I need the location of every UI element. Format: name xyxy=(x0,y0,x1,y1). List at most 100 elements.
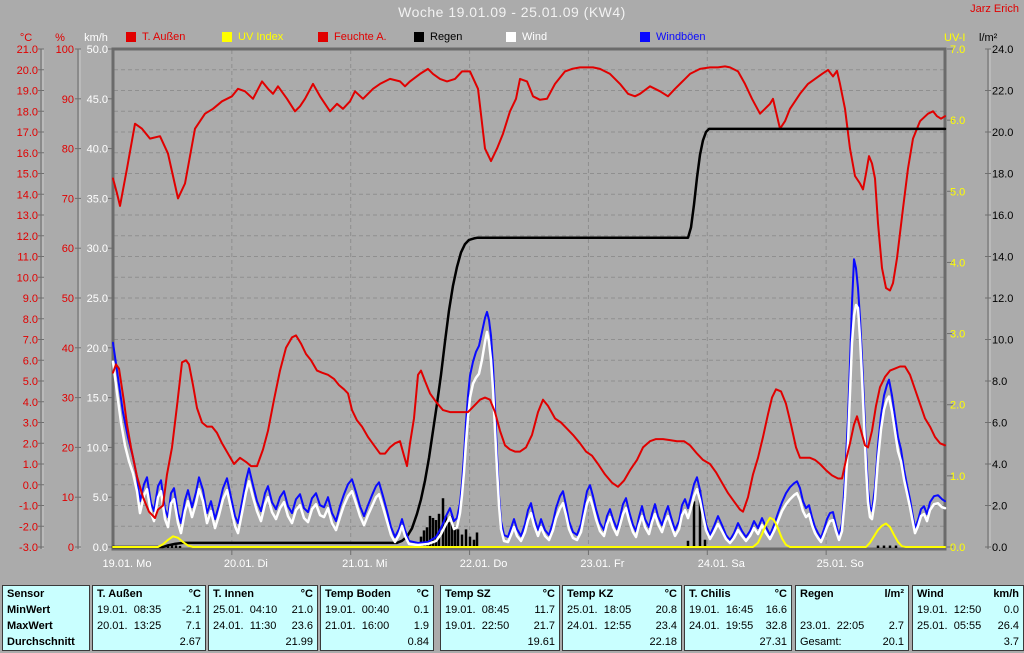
table-row: 19.61 xyxy=(441,634,559,650)
axis-label-temp: 7.0 xyxy=(23,335,38,347)
table-cell: MinWert xyxy=(7,604,51,616)
table-cell: 7.1 xyxy=(185,620,201,632)
axis-label-temp: 4.0 xyxy=(23,397,38,409)
axis-label-temp: 1.0 xyxy=(23,459,38,471)
axis-label-hum: 80 xyxy=(62,144,74,156)
plot-frame-highlight xyxy=(111,47,947,551)
table-row: 19.01. 08:45 11.7 xyxy=(441,602,559,618)
table-column-t-au-en: T. Außen °C 19.01. 08:35 -2.1 20.01. 13:25 7.… xyxy=(92,585,206,651)
axis-label-temp: 20.0 xyxy=(17,65,38,77)
table-cell: 25.01. 05:55 xyxy=(917,620,982,632)
table-column-wind: Wind km/h 19.01. 12:50 0.0 25.01. 05:55 26.4 3… xyxy=(912,585,1024,651)
axis-label-rain: 18.0 xyxy=(992,169,1013,181)
table-row: 25.01. 18:05 20.8 xyxy=(563,602,681,618)
rain-bar xyxy=(456,529,460,548)
legend-item-feuchte-a-: Feuchte A. xyxy=(318,31,387,43)
axis-label-uv: 0.0 xyxy=(950,542,965,554)
table-row: Temp KZ °C xyxy=(563,586,681,602)
axis-label-temp: 3.0 xyxy=(23,418,38,430)
table-row: 21.01. 16:00 1.9 xyxy=(321,618,433,634)
axis-label-uv: 2.0 xyxy=(950,400,965,412)
axis-label-temp: 5.0 xyxy=(23,376,38,388)
x-axis-day-label: 25.01. So xyxy=(817,558,864,570)
legend-swatch-icon xyxy=(414,32,424,42)
table-row: 24.01. 19:55 32.8 xyxy=(685,618,791,634)
rain-bar xyxy=(174,545,178,548)
chart-legend: T. Außen UV Index Feuchte A. Regen Wind Windb… xyxy=(0,31,1024,47)
table-cell: 21.99 xyxy=(285,636,313,648)
table-row: 24.01. 12:55 23.4 xyxy=(563,618,681,634)
axis-label-hum: 30 xyxy=(62,393,74,405)
legend-label: UV Index xyxy=(238,31,284,43)
table-cell: 20.01. 13:25 xyxy=(97,620,162,632)
table-cell: 20.8 xyxy=(655,604,677,616)
table-cell: 11.7 xyxy=(534,604,555,616)
table-cell: 24.01. 12:55 xyxy=(567,620,632,632)
axis-label-rain: 20.0 xyxy=(992,127,1013,139)
table-row: 19.01. 12:50 0.0 xyxy=(913,602,1023,618)
table-column-t-chilis: T. Chilis °C 19.01. 16:45 16.6 24.01. 19:55 3… xyxy=(684,585,792,651)
table-row: 0.84 xyxy=(321,634,433,650)
table-cell: MaxWert xyxy=(7,620,53,632)
axis-label-wind: 30.0 xyxy=(87,243,108,255)
table-cell: 0.1 xyxy=(413,604,429,616)
table-row: 25.01. 04:10 21.0 xyxy=(209,602,317,618)
axis-label-uv: 4.0 xyxy=(950,257,965,269)
rain-bar xyxy=(692,501,696,548)
table-row xyxy=(796,602,908,618)
weather-app-window: Woche 19.01.09 - 25.01.09 (KW4) Jarz Eri… xyxy=(0,0,1024,653)
chart-plot-area: 21.020.019.018.017.016.015.014.013.012.0… xyxy=(17,32,1014,570)
legend-item-wind: Wind xyxy=(506,31,547,43)
axis-label-temp: 18.0 xyxy=(17,106,38,118)
table-cell: Temp KZ xyxy=(567,588,614,600)
table-cell: 27.31 xyxy=(759,636,787,648)
table-cell: 16.6 xyxy=(765,604,787,616)
table-column-temp-sz: Temp SZ °C 19.01. 08:45 11.7 19.01. 22:50 21.… xyxy=(440,585,560,651)
table-cell: °C xyxy=(542,588,555,600)
table-cell: km/h xyxy=(993,588,1019,600)
axis-label-temp: 17.0 xyxy=(17,127,38,139)
axis-label-wind: 0.0 xyxy=(93,542,108,554)
axis-label-temp: -2.0 xyxy=(19,521,38,533)
legend-swatch-icon xyxy=(222,32,232,42)
axis-label-temp: -3.0 xyxy=(19,542,38,554)
table-row: T. Chilis °C xyxy=(685,586,791,602)
table-cell: 19.61 xyxy=(527,636,555,648)
table-cell: 23.01. 22:05 xyxy=(800,620,865,632)
legend-label: Wind xyxy=(522,31,548,43)
table-cell: 22.18 xyxy=(649,636,677,648)
table-cell: 3.7 xyxy=(1003,636,1019,648)
axis-label-rain: 0.0 xyxy=(992,542,1007,554)
table-cell: 20.1 xyxy=(882,636,904,648)
table-row: 19.01. 08:35 -2.1 xyxy=(93,602,205,618)
table-row: Temp SZ °C xyxy=(441,586,559,602)
axis-label-rain: 22.0 xyxy=(992,86,1013,98)
series-t-au-en xyxy=(112,334,946,519)
axis-label-hum: 40 xyxy=(62,343,74,355)
table-cell: Gesamt: xyxy=(800,636,842,648)
legend-item-windb-en: Windböen xyxy=(640,31,706,43)
table-column-t-innen: T. Innen °C 25.01. 04:10 21.0 24.01. 11:30 23… xyxy=(208,585,318,651)
axis-label-temp: 13.0 xyxy=(17,210,38,222)
table-row: Gesamt: 20.1 xyxy=(796,634,908,650)
table-column-regen: Regen l/m² 23.01. 22:05 2.7 Gesamt: 20.1 xyxy=(795,585,909,651)
axis-label-temp: 0.0 xyxy=(23,480,38,492)
table-cell: °C xyxy=(774,588,787,600)
table-cell: 25.01. 18:05 xyxy=(567,604,632,616)
axis-label-uv: 1.0 xyxy=(950,471,965,483)
axis-label-temp: 14.0 xyxy=(17,189,38,201)
legend-swatch-icon xyxy=(126,32,136,42)
table-cell: 26.4 xyxy=(997,620,1019,632)
legend-label: T. Außen xyxy=(142,31,186,43)
axis-label-temp: 11.0 xyxy=(17,252,38,264)
axis-label-temp: 2.0 xyxy=(23,438,38,450)
table-row: 19.01. 00:40 0.1 xyxy=(321,602,433,618)
table-row: 25.01. 05:55 26.4 xyxy=(913,618,1023,634)
table-cell: °C xyxy=(664,588,677,600)
axis-label-rain: 6.0 xyxy=(992,418,1007,430)
axis-label-wind: 25.0 xyxy=(87,293,108,305)
table-cell: Regen xyxy=(800,588,834,600)
table-cell: -2.1 xyxy=(182,604,201,616)
table-row: 3.7 xyxy=(913,634,1023,650)
table-cell: Sensor xyxy=(7,588,45,600)
